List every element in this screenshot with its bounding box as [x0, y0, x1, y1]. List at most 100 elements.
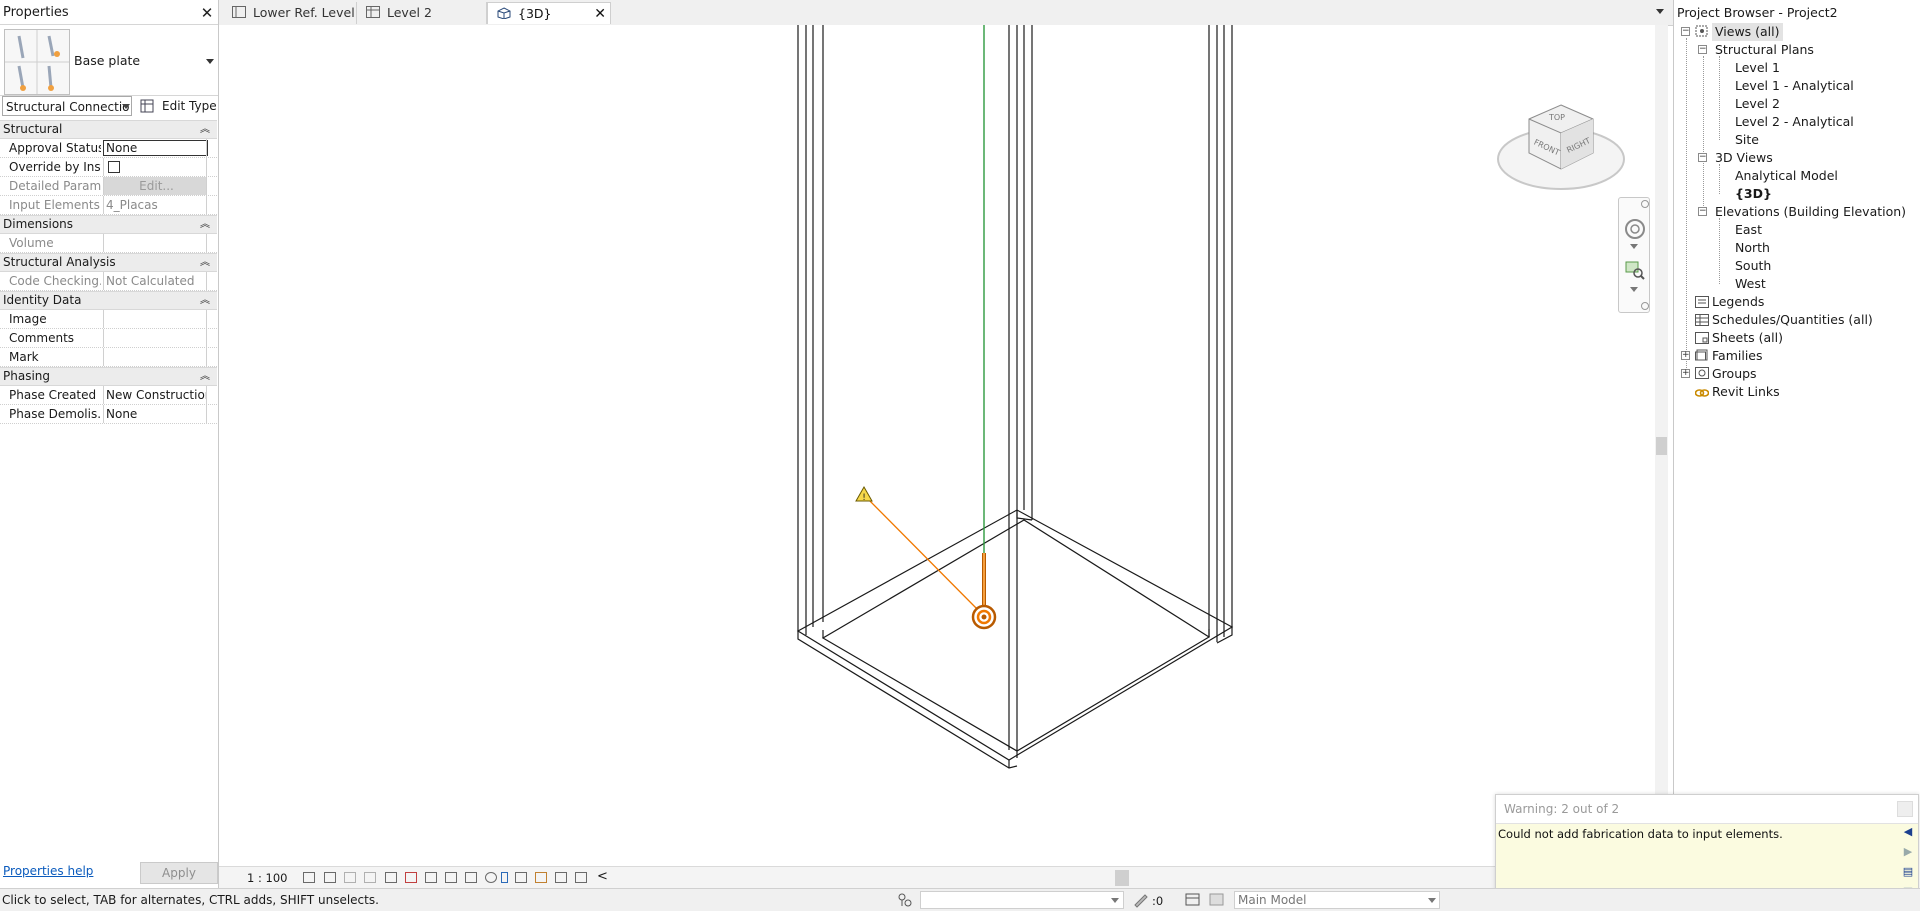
tree-item-structural-plans[interactable]: Structural Plans — [1715, 41, 1814, 59]
chevron-down-icon[interactable] — [1630, 244, 1638, 249]
chevron-left-icon[interactable]: < — [597, 869, 608, 884]
tree-item-south[interactable]: South — [1735, 257, 1771, 275]
expand-toggle[interactable]: + — [1681, 351, 1690, 360]
tab-3d[interactable]: {3D} ✕ — [487, 2, 611, 24]
detailed-params-edit-button[interactable]: Edit... — [103, 177, 207, 195]
collapse-toggle[interactable]: − — [1698, 45, 1707, 54]
next-warning-icon[interactable]: ▶ — [1901, 845, 1915, 859]
collapse-icon[interactable]: ︽ — [200, 292, 210, 309]
previous-warning-icon[interactable]: ◀ — [1901, 825, 1915, 839]
visual-style-icon[interactable] — [324, 872, 336, 883]
approval-status-field[interactable]: None — [103, 140, 208, 156]
collapse-icon[interactable]: ︽ — [200, 254, 210, 271]
temporary-view-properties-icon[interactable] — [501, 872, 508, 883]
comments-field[interactable] — [103, 329, 207, 347]
tree-item-3d-active[interactable]: {3D} — [1735, 185, 1772, 203]
collapse-icon[interactable]: ︽ — [200, 216, 210, 233]
tree-item-views-all[interactable]: Views (all) — [1712, 23, 1783, 41]
tree-item-level-1-analytical[interactable]: Level 1 - Analytical — [1735, 77, 1854, 95]
tree-item-north[interactable]: North — [1735, 239, 1770, 257]
type-selector[interactable]: Base plate — [0, 24, 218, 96]
tree-item-elevations[interactable]: Elevations (Building Elevation) — [1715, 203, 1906, 221]
collapse-icon[interactable]: ︽ — [200, 368, 210, 385]
collapse-toggle[interactable]: − — [1698, 153, 1707, 162]
design-options-icon[interactable] — [1185, 892, 1201, 908]
tree-item-east[interactable]: East — [1735, 221, 1762, 239]
chevron-down-icon[interactable] — [1630, 287, 1638, 292]
exclude-options-icon[interactable] — [1209, 892, 1225, 908]
show-more-icon[interactable]: ▤ — [1901, 865, 1915, 879]
apply-button[interactable]: Apply — [140, 862, 218, 884]
properties-help-link[interactable]: Properties help — [3, 864, 93, 878]
expand-toggle[interactable]: + — [1681, 369, 1690, 378]
analytical-model-icon[interactable] — [575, 872, 587, 883]
tree-item-site[interactable]: Site — [1735, 131, 1759, 149]
steering-wheel-icon[interactable] — [1624, 218, 1646, 240]
reveal-hidden-elements-icon[interactable] — [485, 872, 497, 883]
tree-item-3d-views[interactable]: 3D Views — [1715, 149, 1773, 167]
phase-demolished-field[interactable]: None — [103, 405, 207, 423]
chevron-down-icon[interactable] — [1428, 898, 1436, 903]
collapse-toggle[interactable]: − — [1681, 27, 1690, 36]
3d-view-canvas[interactable]: ! TOP FRONT RIGHT — [219, 25, 1655, 871]
group-structural-analysis[interactable]: Structural Analysis ︽ — [0, 253, 217, 272]
highlight-displacement-icon[interactable] — [535, 872, 547, 883]
tab-lower-ref-level[interactable]: Lower Ref. Level — [223, 2, 357, 24]
connection-symbol-icon[interactable] — [971, 604, 997, 630]
tree-item-revit-links[interactable]: Revit Links — [1712, 383, 1780, 401]
mark-field[interactable] — [103, 348, 207, 366]
show-crop-region-icon[interactable] — [425, 872, 437, 883]
close-icon[interactable]: ✕ — [198, 4, 216, 22]
close-button[interactable] — [1897, 801, 1913, 817]
group-phasing[interactable]: Phasing ︽ — [0, 367, 217, 386]
design-option-dropdown[interactable]: Main Model — [1234, 891, 1440, 909]
phase-created-field[interactable]: New Construction — [103, 386, 207, 404]
chevron-down-icon[interactable] — [122, 104, 130, 109]
chevron-down-icon[interactable] — [1656, 9, 1664, 14]
temporary-hide-isolate-icon[interactable] — [465, 872, 477, 883]
close-icon[interactable]: ✕ — [594, 3, 606, 25]
viewcube[interactable]: TOP FRONT RIGHT — [1495, 77, 1629, 197]
worksets-icon[interactable] — [896, 892, 914, 908]
tree-item-sheets[interactable]: Sheets (all) — [1712, 329, 1783, 347]
worksharing-display-icon[interactable] — [515, 872, 527, 883]
group-identity-data[interactable]: Identity Data ︽ — [0, 291, 217, 310]
vertical-scrollbar[interactable] — [1655, 25, 1668, 871]
collapse-toggle[interactable]: − — [1698, 207, 1707, 216]
tree-item-level-2[interactable]: Level 2 — [1735, 95, 1780, 113]
collapse-icon[interactable]: ︽ — [200, 121, 210, 138]
group-structural[interactable]: Structural ︽ — [0, 120, 217, 139]
tree-item-analytical-model[interactable]: Analytical Model — [1735, 167, 1838, 185]
instance-filter-dropdown[interactable]: Structural Connectio — [2, 96, 132, 116]
render-dialog-icon[interactable] — [385, 872, 397, 883]
editable-only-icon[interactable] — [1133, 892, 1149, 908]
override-checkbox[interactable] — [108, 161, 120, 173]
tree-item-level-1[interactable]: Level 1 — [1735, 59, 1780, 77]
tree-item-west[interactable]: West — [1735, 275, 1766, 293]
chevron-down-icon[interactable] — [1111, 898, 1119, 903]
active-workset-dropdown[interactable] — [920, 891, 1124, 909]
unlocked-3d-view-icon[interactable] — [445, 872, 457, 883]
vertical-scroll-thumb[interactable] — [1656, 437, 1667, 455]
sun-path-icon[interactable] — [344, 872, 356, 883]
image-field[interactable] — [103, 310, 207, 328]
crop-view-icon[interactable] — [405, 872, 417, 883]
zoom-region-icon[interactable] — [1625, 260, 1645, 280]
group-dimensions[interactable]: Dimensions ︽ — [0, 215, 217, 234]
tree-item-groups[interactable]: Groups — [1712, 365, 1757, 383]
view-scale[interactable]: 1 : 100 — [247, 871, 287, 885]
tree-item-families[interactable]: Families — [1712, 347, 1763, 365]
options-icon[interactable] — [1641, 302, 1649, 310]
tab-level-2[interactable]: Level 2 — [357, 2, 487, 24]
chevron-down-icon[interactable] — [206, 59, 214, 64]
close-icon[interactable] — [1641, 200, 1649, 208]
detail-level-icon[interactable] — [303, 872, 315, 883]
tree-item-level-2-analytical[interactable]: Level 2 - Analytical — [1735, 113, 1854, 131]
viewcube-top-label[interactable]: TOP — [1549, 113, 1565, 122]
warning-icon[interactable]: ! — [855, 485, 873, 503]
tree-item-legends[interactable]: Legends — [1712, 293, 1764, 311]
horizontal-scroll-thumb[interactable] — [1115, 870, 1129, 886]
tree-item-schedules[interactable]: Schedules/Quantities (all) — [1712, 311, 1873, 329]
reveal-constraints-icon[interactable] — [555, 872, 567, 883]
shadows-icon[interactable] — [364, 872, 376, 883]
